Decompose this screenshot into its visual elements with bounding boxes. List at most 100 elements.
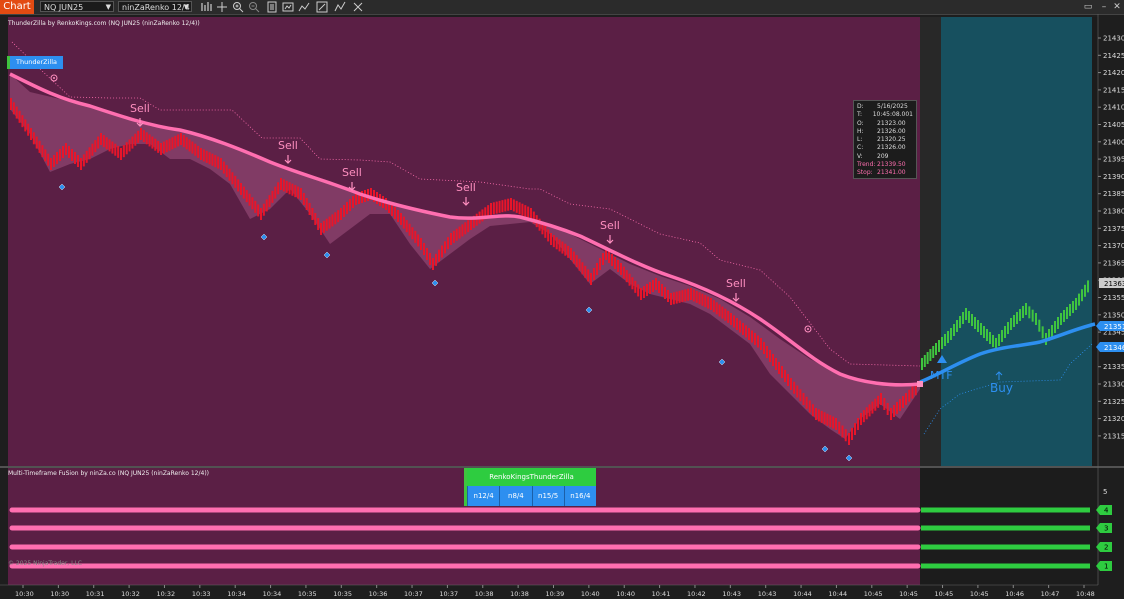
time-tick-label: 10:33 [192, 590, 211, 598]
stop-marker-icon [917, 381, 923, 387]
price-tick-label: 21390 [1103, 173, 1124, 181]
mtf-row-badge: 2 [1104, 544, 1108, 552]
time-tick-label: 10:38 [510, 590, 529, 598]
mtf-row-badge: 1 [1104, 563, 1108, 571]
svg-text:21351: 21351 [1104, 323, 1124, 331]
data-box: D: 5/16/2025 T: 10:45:08.001 O: 21323.00 H: 213… [853, 100, 917, 179]
time-tick-label: 10:39 [546, 590, 565, 598]
time-tick-label: 10:32 [121, 590, 140, 598]
price-tick-label: 21375 [1103, 225, 1124, 233]
data-box-row: O: 21323.00 [857, 119, 906, 127]
price-badge-2: 21351 [1096, 321, 1124, 331]
chevron-down-icon: ▼ [183, 3, 189, 11]
time-tick-label: 10:43 [758, 590, 777, 598]
mtf-timeframe-cell: n12/4 [467, 486, 500, 506]
time-tick-label: 10:45 [899, 590, 918, 598]
time-tick-label: 10:45 [970, 590, 989, 598]
bar-type-label: ninZaRenko 12/4 [122, 3, 190, 12]
thunderzilla-legend[interactable]: ThunderZilla [7, 56, 63, 69]
properties-icon[interactable] [266, 1, 278, 13]
drawing-tools-icon[interactable] [316, 1, 328, 13]
time-tick-label: 10:37 [404, 590, 423, 598]
price-badge-1: 21363 [1099, 278, 1124, 288]
sell-label: Sell [600, 219, 620, 232]
cross-tools-icon[interactable] [352, 1, 364, 13]
bar-style-icon[interactable] [200, 1, 212, 13]
time-tick-label: 10:35 [333, 590, 352, 598]
time-tick-label: 10:42 [687, 590, 706, 598]
time-tick-label: 10:32 [156, 590, 175, 598]
data-box-row: V: 209 [857, 152, 889, 160]
time-tick-label: 10:37 [439, 590, 458, 598]
bar-type-selector[interactable]: ninZaRenko 12/4 ▼ [118, 1, 192, 12]
time-tick-label: 10:47 [1041, 590, 1060, 598]
data-box-row: L: 21320.25 [857, 136, 906, 144]
chart-tab[interactable]: Chart [0, 0, 34, 14]
time-tick-label: 10:44 [828, 590, 847, 598]
time-tick-label: 10:45 [935, 590, 954, 598]
time-tick-label: 10:36 [369, 590, 388, 598]
mtf-row-badge: 3 [1104, 525, 1108, 533]
time-tick-label: 10:40 [616, 590, 635, 598]
price-tick-label: 21365 [1103, 259, 1124, 267]
strategies-icon[interactable] [282, 1, 294, 13]
instrument-selector[interactable]: NQ JUN25 ▼ [40, 1, 114, 12]
price-tick-label: 21350 [1103, 311, 1124, 319]
price-tick-label: 21320 [1103, 415, 1124, 423]
chart-area[interactable]: Sell Sell Sell Sell Sell Sell Buy MTF 21… [0, 14, 1124, 599]
price-tick-label: 21400 [1103, 138, 1124, 146]
price-tick-label: 21325 [1103, 398, 1124, 406]
mtf-label: MTF [930, 369, 953, 382]
price-axis: 21430 21425 21420 21415 21410 21405 21400 21395… [1098, 35, 1124, 440]
svg-text:21346: 21346 [1104, 344, 1124, 352]
data-box-row: H: 21326.00 [857, 127, 906, 135]
time-tick-label: 10:30 [15, 590, 34, 598]
time-tick-label: 10:34 [263, 590, 282, 598]
price-badge-3: 21346 [1096, 342, 1124, 352]
sell-label: Sell [130, 102, 150, 115]
instrument-label: NQ JUN25 [44, 3, 84, 12]
time-tick-label: 10:35 [298, 590, 317, 598]
price-tick-label: 21335 [1103, 363, 1124, 371]
price-tick-label: 21385 [1103, 190, 1124, 198]
zoom-in-icon[interactable] [232, 1, 244, 13]
crosshair-icon[interactable] [216, 1, 228, 13]
price-tick-label: 21425 [1103, 52, 1124, 60]
price-tick-label: 21420 [1103, 69, 1124, 77]
transition-zone [920, 17, 941, 466]
mtf-table-header: RenkoKingsThunderZilla [467, 468, 596, 486]
data-box-row: Stop: 21341.00 [857, 169, 906, 177]
price-tick-label: 21330 [1103, 381, 1124, 389]
zoom-out-icon[interactable] [248, 1, 260, 13]
time-axis: 10:30 10:30 10:31 10:32 10:32 10:33 10:34 10:34… [15, 585, 1095, 598]
snapshot-icon[interactable] [334, 1, 346, 13]
data-box-row: C: 21326.00 [857, 144, 906, 152]
price-tick-label: 21405 [1103, 121, 1124, 129]
time-tick-label: 10:31 [86, 590, 105, 598]
window-controls-icon[interactable]: ▭ [1082, 1, 1094, 13]
sell-label: Sell [456, 181, 476, 194]
indicators-icon[interactable] [298, 1, 310, 13]
sell-label: Sell [726, 277, 746, 290]
data-box-row: D: 5/16/2025 [857, 103, 908, 110]
price-tick-label: 21315 [1103, 432, 1124, 440]
time-tick-label: 10:34 [227, 590, 246, 598]
price-tick-label: 21430 [1103, 35, 1124, 43]
copyright-text: © 2025 NinjaTrader, LLC [8, 560, 82, 567]
svg-text:21363: 21363 [1104, 280, 1124, 288]
sell-label: Sell [342, 166, 362, 179]
price-tick-label: 21415 [1103, 86, 1124, 94]
time-tick-label: 10:30 [50, 590, 69, 598]
time-tick-label: 10:41 [652, 590, 671, 598]
data-box-row: T: 10:45:08.001 [857, 111, 913, 119]
mtf-table: RenkoKingsThunderZilla n12/4 n8/4 n15/5 n16… [464, 468, 596, 506]
minimize-icon[interactable]: – [1098, 1, 1110, 13]
close-icon[interactable]: ✕ [1111, 1, 1123, 13]
time-tick-label: 10:44 [793, 590, 812, 598]
mtf-panel-title: Multi-Timeframe FuSion by ninZa.co (NQ J… [8, 470, 209, 477]
mtf-row-badge: 4 [1104, 507, 1109, 515]
price-panel-title: ThunderZilla by RenkoKings.com (NQ JUN25… [8, 20, 200, 27]
price-tick-label: 21380 [1103, 208, 1124, 216]
chevron-down-icon: ▼ [105, 3, 111, 11]
mtf-timeframe-cell: n8/4 [499, 486, 532, 506]
